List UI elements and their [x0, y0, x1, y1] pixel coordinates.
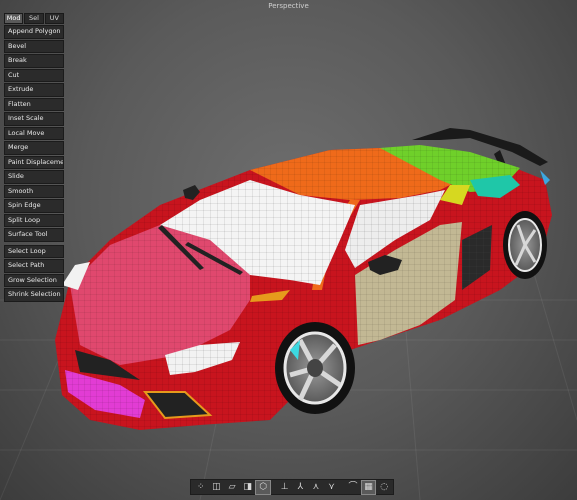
smooth-button[interactable]: Smooth [4, 184, 64, 198]
soft-select-icon[interactable]: ⌒ [346, 481, 360, 494]
flatten-button[interactable]: Flatten [4, 97, 64, 111]
surface-tool-button[interactable]: Surface Tool [4, 228, 64, 242]
object-mode-icon[interactable]: ◨ [241, 481, 255, 494]
merge-button[interactable]: Merge [4, 141, 64, 155]
tab-uv[interactable]: UV [44, 13, 64, 24]
uv-mode-icon[interactable]: ⬡ [255, 479, 272, 495]
split-loop-button[interactable]: Split Loop [4, 213, 64, 227]
front-wheel [275, 322, 355, 414]
tab-sel[interactable]: Sel [24, 13, 44, 24]
extrude-button[interactable]: Extrude [4, 83, 64, 97]
vertex-mode-icon[interactable]: ⁘ [194, 481, 208, 494]
grow-selection-button[interactable]: Grow Selection [4, 273, 64, 287]
3d-viewport[interactable]: Perspective [0, 0, 577, 500]
append-polygon-button[interactable]: Append Polygon [4, 25, 64, 39]
spin-edge-button[interactable]: Spin Edge [4, 199, 64, 213]
scale-gizmo-icon[interactable]: ⋏ [309, 481, 323, 494]
mode-tabs: Mod Sel UV [4, 13, 64, 24]
car-model-render[interactable] [0, 0, 577, 500]
select-loop-button[interactable]: Select Loop [4, 244, 64, 258]
shrink-selection-button[interactable]: Shrink Selection [4, 288, 64, 302]
bottom-toolbar: ⁘ ◫ ▱ ◨ ⬡ ⊥ ⅄ ⋏ ⋎ ⌒ ▦ ◌ [190, 479, 394, 495]
local-move-button[interactable]: Local Move [4, 126, 64, 140]
inset-scale-button[interactable]: Inset Scale [4, 112, 64, 126]
move-gizmo-icon[interactable]: ⊥ [278, 481, 292, 494]
paint-displacement-button[interactable]: Paint Displacement [4, 155, 64, 169]
edge-mode-icon[interactable]: ◫ [210, 481, 224, 494]
tool-panel: Mod Sel UV Append Polygon Bevel Break Cu… [4, 13, 64, 303]
cut-button[interactable]: Cut [4, 68, 64, 82]
rotate-gizmo-icon[interactable]: ⅄ [293, 481, 307, 494]
lasso-select-icon[interactable]: ◌ [377, 481, 391, 494]
face-mode-icon[interactable]: ▱ [225, 481, 239, 494]
universal-gizmo-icon[interactable]: ⋎ [325, 481, 339, 494]
slide-button[interactable]: Slide [4, 170, 64, 184]
box-select-icon[interactable]: ▦ [360, 479, 377, 495]
tab-mod[interactable]: Mod [4, 13, 24, 24]
viewport-title: Perspective [268, 2, 309, 10]
break-button[interactable]: Break [4, 54, 64, 68]
select-path-button[interactable]: Select Path [4, 259, 64, 273]
bevel-button[interactable]: Bevel [4, 39, 64, 53]
rear-wheel [503, 211, 547, 279]
